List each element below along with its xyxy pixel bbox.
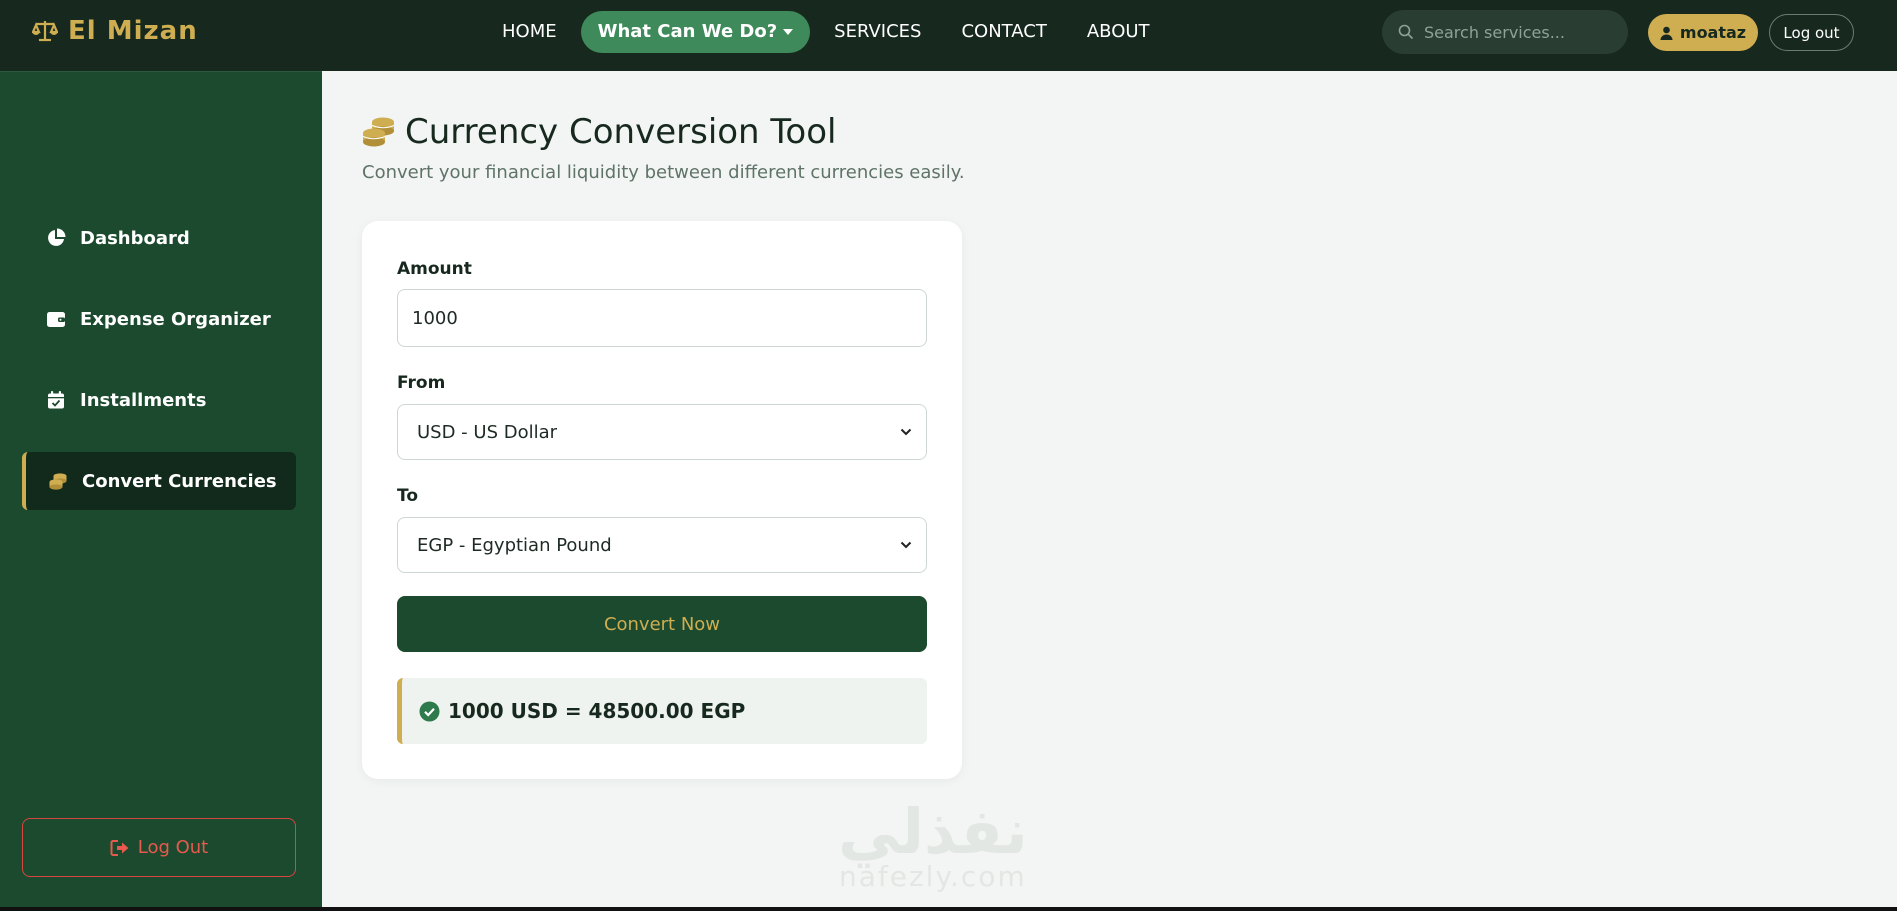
sidebar-item-expense-organizer[interactable]: Expense Organizer <box>22 290 296 348</box>
page-heading: Currency Conversion Tool <box>361 112 836 152</box>
calendar-check-icon <box>48 391 64 409</box>
top-navbar: El Mizan HOME What Can We Do? SERVICES C… <box>0 0 1897 71</box>
conversion-card: Amount 1000 From USD - US Dollar To EGP … <box>362 221 962 779</box>
watermark-arabic: نفذلي <box>838 795 1028 868</box>
pie-chart-icon <box>48 228 66 246</box>
nav-services[interactable]: SERVICES <box>814 11 941 53</box>
brand-name: El Mizan <box>68 16 198 46</box>
nav-about[interactable]: ABOUT <box>1067 11 1170 53</box>
user-name: moataz <box>1679 23 1747 42</box>
amount-input[interactable]: 1000 <box>397 289 927 347</box>
search-input[interactable] <box>1424 22 1614 42</box>
page-title: Currency Conversion Tool <box>405 112 837 152</box>
sidebar-item-label: Convert Currencies <box>82 470 277 492</box>
sidebar-item-dashboard[interactable]: Dashboard <box>22 209 296 267</box>
to-label: To <box>397 486 419 506</box>
coins-icon <box>49 473 67 490</box>
chevron-down-icon <box>900 428 912 436</box>
user-profile-button[interactable]: moataz <box>1648 14 1758 51</box>
coins-icon <box>362 117 395 147</box>
sidebar-logout-button[interactable]: Log Out <box>22 818 296 877</box>
sidebar-logout-label: Log Out <box>137 837 209 858</box>
chevron-down-icon <box>900 541 912 549</box>
check-circle-icon <box>419 701 440 721</box>
scale-icon <box>32 21 58 42</box>
sidebar-item-label: Expense Organizer <box>80 308 271 330</box>
to-currency-select[interactable]: EGP - Egyptian Pound <box>397 517 927 573</box>
conversion-result: 1000 USD = 48500.00 EGP <box>397 678 927 744</box>
user-icon <box>1660 26 1673 40</box>
sidebar: Dashboard Expense Organizer Installments… <box>0 71 322 907</box>
main-nav: HOME What Can We Do? SERVICES CONTACT AB… <box>482 11 1170 53</box>
window-bottom-edge <box>0 907 1897 911</box>
watermark: نفذلي nafezly.com <box>838 795 1028 894</box>
convert-now-button[interactable]: Convert Now <box>397 596 927 652</box>
caret-down-icon <box>783 29 794 35</box>
sidebar-item-installments[interactable]: Installments <box>22 371 296 429</box>
nav-home[interactable]: HOME <box>482 11 577 53</box>
from-currency-value: USD - US Dollar <box>417 421 558 443</box>
logout-button-top[interactable]: Log out <box>1769 14 1854 51</box>
watermark-latin: nafezly.com <box>838 860 1027 893</box>
from-currency-select[interactable]: USD - US Dollar <box>397 404 927 460</box>
search-box <box>1382 10 1628 54</box>
search-icon <box>1398 24 1414 40</box>
nav-what-label: What Can We Do? <box>597 21 778 42</box>
sidebar-item-convert-currencies[interactable]: Convert Currencies <box>22 452 296 510</box>
page-subtitle: Convert your financial liquidity between… <box>362 162 965 183</box>
to-currency-value: EGP - Egyptian Pound <box>417 534 612 556</box>
from-label: From <box>397 373 446 393</box>
brand-logo[interactable]: El Mizan <box>32 16 198 46</box>
sidebar-item-label: Installments <box>80 389 207 411</box>
nav-what-can-we-do-dropdown[interactable]: What Can We Do? <box>580 11 811 53</box>
nav-contact[interactable]: CONTACT <box>941 11 1066 53</box>
wallet-icon <box>47 312 65 327</box>
amount-value: 1000 <box>412 307 458 329</box>
sidebar-item-label: Dashboard <box>80 227 190 249</box>
sign-out-icon <box>110 839 129 856</box>
result-text: 1000 USD = 48500.00 EGP <box>448 699 746 723</box>
amount-label: Amount <box>397 259 472 279</box>
